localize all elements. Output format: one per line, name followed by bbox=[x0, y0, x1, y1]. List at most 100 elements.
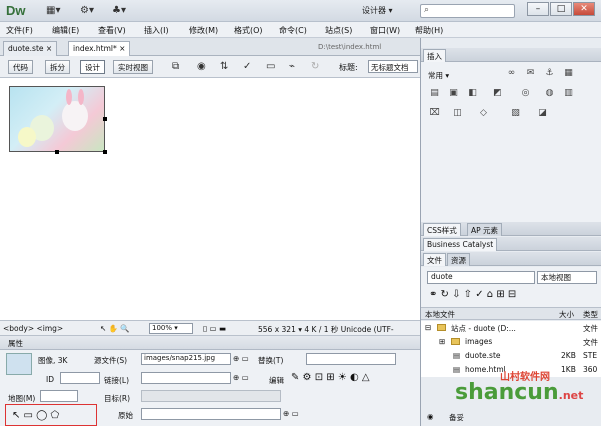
file-type: 360 bbox=[583, 365, 598, 374]
src-input[interactable]: images/snap215.jpg bbox=[141, 353, 231, 365]
template-icon[interactable]: ◫ bbox=[451, 107, 464, 120]
code-view-button[interactable]: 代码 bbox=[8, 60, 33, 74]
original-input[interactable] bbox=[141, 408, 281, 420]
date-icon[interactable]: ◩ bbox=[491, 87, 504, 100]
menu-edit[interactable]: 编辑(E) bbox=[52, 25, 79, 36]
resize-handle[interactable] bbox=[103, 150, 107, 154]
file-row[interactable]: ⊟ 站点 - duote (D:... 文件 bbox=[421, 321, 601, 335]
close-button[interactable]: ✕ bbox=[573, 2, 595, 16]
tab-business-catalyst[interactable]: Business Catalyst bbox=[423, 238, 498, 251]
collapse-icon[interactable]: ⊟ bbox=[425, 323, 431, 332]
file-management-icon[interactable]: ⇅ bbox=[220, 61, 228, 72]
menu-insert[interactable]: 插入(I) bbox=[144, 25, 169, 36]
head-icon[interactable]: ▥ bbox=[562, 87, 575, 100]
div-icon[interactable]: ▤ bbox=[428, 87, 441, 100]
preview-icon[interactable]: ◉ bbox=[197, 61, 206, 72]
workspace-switcher[interactable]: 设计器 ▾ bbox=[362, 5, 393, 16]
script-icon[interactable]: ⌧ bbox=[428, 107, 441, 120]
menu-format[interactable]: 格式(O) bbox=[234, 25, 263, 36]
col-size[interactable]: 大小 bbox=[559, 309, 574, 320]
menu-site[interactable]: 站点(S) bbox=[325, 25, 352, 36]
target-select[interactable] bbox=[141, 390, 281, 402]
link-label: 链接(L) bbox=[104, 376, 130, 385]
email-icon[interactable]: ✉ bbox=[524, 67, 537, 80]
live-view-button[interactable]: 实时视图 bbox=[113, 60, 153, 74]
menu-bar: 文件(F) 编辑(E) 查看(V) 插入(I) 修改(M) 格式(O) 命令(C… bbox=[0, 22, 601, 38]
widget-icon[interactable]: ▧ bbox=[509, 107, 522, 120]
menu-modify[interactable]: 修改(M) bbox=[189, 25, 218, 36]
comment-icon[interactable]: ◎ bbox=[519, 87, 532, 100]
map-input[interactable] bbox=[40, 390, 78, 402]
search-input[interactable]: ⌕ bbox=[420, 4, 515, 18]
menu-file[interactable]: 文件(F) bbox=[6, 25, 33, 36]
link-browse-icons[interactable]: ⊕ ▭ bbox=[233, 373, 249, 382]
link-input[interactable] bbox=[141, 372, 231, 384]
expand-icon[interactable]: ⊞ bbox=[439, 337, 445, 346]
menu-view[interactable]: 查看(V) bbox=[98, 25, 126, 36]
watermark-cn: 山村软件网 bbox=[500, 372, 550, 383]
check-browser-icon[interactable]: ⌁ bbox=[289, 61, 295, 72]
minimize-button[interactable]: – bbox=[527, 2, 549, 16]
tab-insert[interactable]: 插入 bbox=[423, 49, 446, 62]
insert-category-select[interactable]: 常用 ▾ bbox=[428, 70, 449, 81]
zoom-select[interactable]: 100% ▾ bbox=[149, 323, 193, 334]
visual-aids-icon[interactable]: ▭ bbox=[266, 61, 275, 72]
resize-handle[interactable] bbox=[103, 117, 107, 121]
id-input[interactable] bbox=[60, 372, 100, 384]
tab-assets[interactable]: 资源 bbox=[447, 253, 470, 266]
media-icon[interactable]: ◧ bbox=[466, 87, 479, 100]
highlight-box bbox=[5, 404, 97, 426]
edit-tools-icons[interactable]: ✎ ⚙ ⊡ ⊞ ☀ ◐ △ bbox=[291, 372, 370, 383]
gear-icon[interactable]: ⚙▾ bbox=[80, 5, 94, 17]
files-toolbar-icons[interactable]: ⚭ ↻ ⇩ ⇧ ✓ ⌂ ⊞ ⊟ bbox=[429, 289, 516, 300]
validate-icon[interactable]: ✓ bbox=[243, 61, 251, 72]
tag-selector[interactable]: <body> <img> bbox=[3, 324, 63, 333]
id-label: ID bbox=[46, 375, 54, 384]
server-include-icon[interactable]: ◍ bbox=[543, 87, 556, 100]
menu-help[interactable]: 帮助(H) bbox=[415, 25, 443, 36]
tab-index-html[interactable]: index.html* × bbox=[68, 41, 131, 56]
files-toolbar: duote 本地视图 ⚭ ↻ ⇩ ⇧ ✓ ⌂ ⊞ ⊟ bbox=[421, 267, 601, 307]
multiscreen-icon[interactable]: ⧉ bbox=[172, 61, 179, 72]
file-icon: ▤ bbox=[453, 351, 461, 360]
refresh-icon[interactable]: ↻ bbox=[311, 61, 319, 72]
maximize-button[interactable]: □ bbox=[550, 2, 572, 16]
status-icon: ◉ bbox=[427, 412, 434, 421]
anchor-icon[interactable]: ⚓ bbox=[543, 67, 556, 80]
selected-image[interactable] bbox=[9, 86, 105, 152]
tab-duote-ste[interactable]: duote.ste × bbox=[3, 41, 58, 56]
menu-window[interactable]: 窗口(W) bbox=[370, 25, 400, 36]
file-row[interactable]: ▤ duote.ste 2KB STE bbox=[421, 349, 601, 363]
col-type[interactable]: 类型 bbox=[583, 309, 598, 320]
bc-panel-header: Business Catalyst bbox=[421, 237, 601, 251]
src-label: 源文件(S) bbox=[94, 356, 128, 365]
design-view-button[interactable]: 设计 bbox=[80, 60, 105, 74]
resize-handle[interactable] bbox=[55, 150, 59, 154]
col-local-files[interactable]: 本地文件 bbox=[425, 309, 455, 320]
dreamweaver-logo: Dw bbox=[6, 3, 26, 18]
properties-header: 属性 bbox=[0, 336, 420, 350]
select-tool-icon[interactable]: ↖ ✋ 🔍 bbox=[100, 324, 130, 333]
alt-select[interactable] bbox=[306, 353, 396, 365]
menu-commands[interactable]: 命令(C) bbox=[279, 25, 307, 36]
split-view-button[interactable]: 拆分 bbox=[45, 60, 70, 74]
document-title-input[interactable]: 无标题文档 bbox=[368, 60, 418, 73]
file-icon: ▤ bbox=[453, 365, 461, 374]
tab-files[interactable]: 文件 bbox=[423, 253, 446, 266]
image-icon[interactable]: ▣ bbox=[447, 87, 460, 100]
site-select[interactable]: duote bbox=[427, 271, 535, 284]
file-name: 站点 - duote (D:... bbox=[451, 324, 516, 333]
tag-chooser-icon[interactable]: ◇ bbox=[477, 107, 490, 120]
layout-icon[interactable]: ▦▾ bbox=[46, 5, 60, 17]
tab-ap-elements[interactable]: AP 元素 bbox=[467, 223, 503, 236]
browse-icons[interactable]: ⊕ ▭ bbox=[233, 354, 249, 363]
original-browse-icons[interactable]: ⊕ ▭ bbox=[283, 409, 299, 418]
view-select[interactable]: 本地视图 bbox=[537, 271, 597, 284]
table-icon[interactable]: ▦ bbox=[562, 67, 575, 80]
tab-css-styles[interactable]: CSS样式 bbox=[423, 223, 461, 236]
file-row[interactable]: ⊞ images 文件 bbox=[421, 335, 601, 349]
spry-icon[interactable]: ◪ bbox=[536, 107, 549, 120]
hyperlink-icon[interactable]: ∞ bbox=[505, 67, 518, 80]
site-icon[interactable]: ♣▾ bbox=[112, 5, 126, 17]
device-size-icons[interactable]: ▯ ▭ ▬ bbox=[203, 324, 226, 333]
